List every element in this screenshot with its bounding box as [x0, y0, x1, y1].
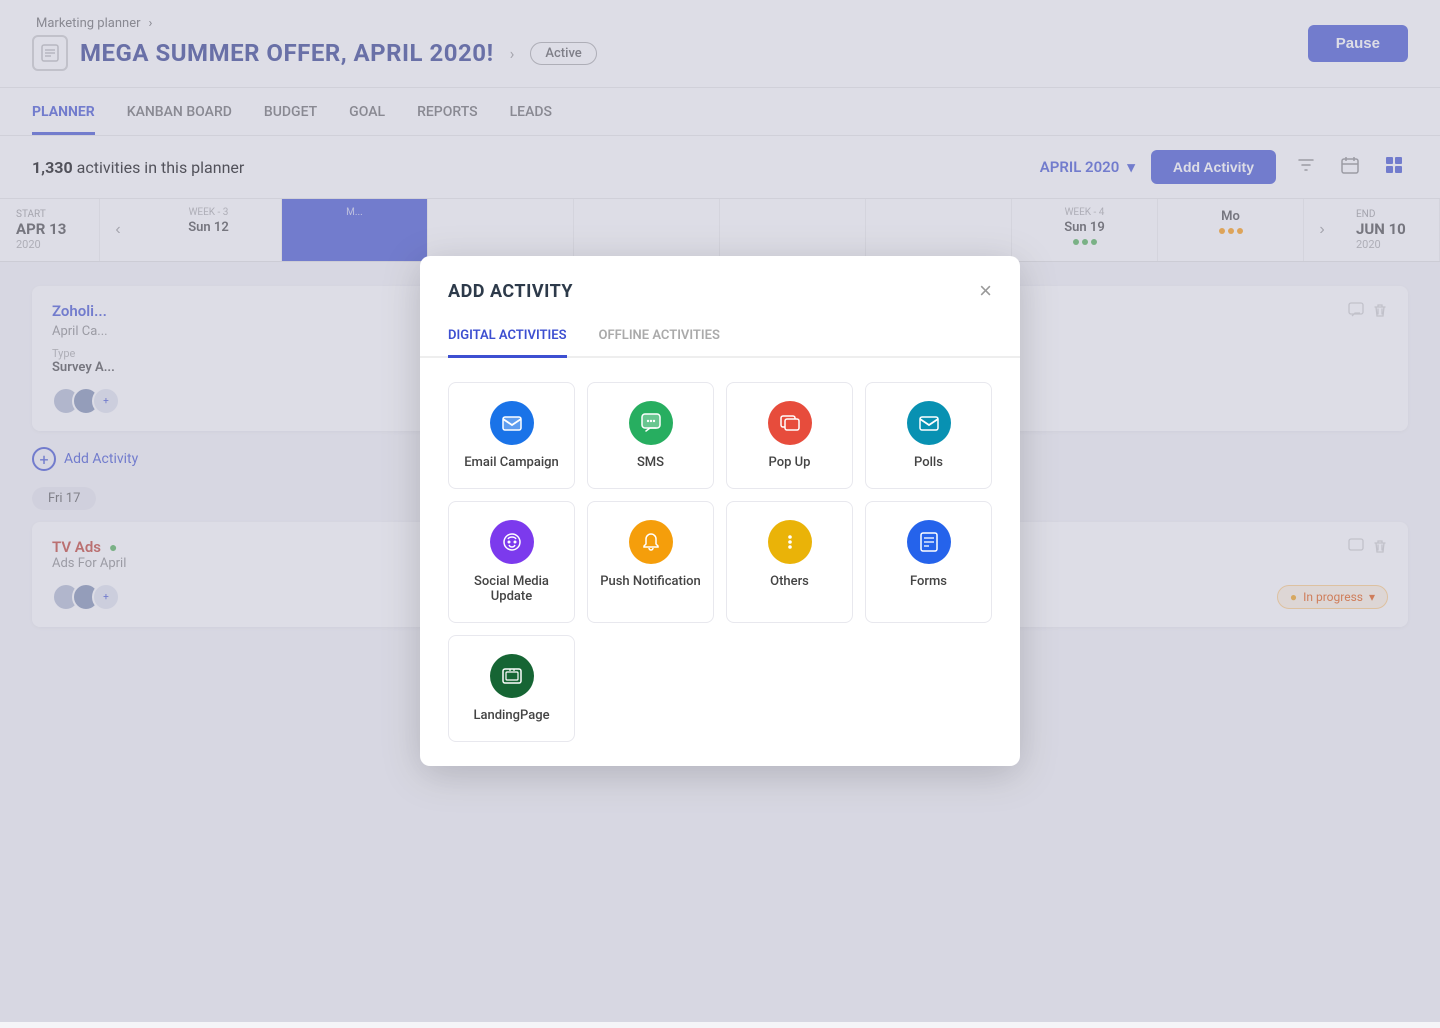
modal-close-button[interactable]: ×	[979, 280, 992, 302]
landing-page-label: LandingPage	[473, 708, 549, 723]
tab-offline-activities[interactable]: OFFLINE ACTIVITIES	[599, 318, 720, 358]
activity-item-email[interactable]: Email Campaign	[448, 382, 575, 489]
push-notification-label: Push Notification	[600, 574, 701, 589]
activity-item-landing[interactable]: LandingPage	[448, 635, 575, 742]
activity-item-polls[interactable]: Polls	[865, 382, 992, 489]
others-icon	[768, 520, 812, 564]
activity-item-popup[interactable]: Pop Up	[726, 382, 853, 489]
social-media-label: Social Media Update	[461, 574, 562, 604]
forms-icon	[907, 520, 951, 564]
landing-page-icon	[490, 654, 534, 698]
polls-icon	[907, 401, 951, 445]
popup-icon	[768, 401, 812, 445]
activity-item-others[interactable]: Others	[726, 501, 853, 623]
email-campaign-label: Email Campaign	[464, 455, 559, 470]
modal-tabs: DIGITAL ACTIVITIES OFFLINE ACTIVITIES	[420, 318, 1020, 358]
activity-item-social[interactable]: Social Media Update	[448, 501, 575, 623]
modal-title: ADD ACTIVITY	[448, 281, 573, 302]
modal-overlay[interactable]: ADD ACTIVITY × DIGITAL ACTIVITIES OFFLIN…	[0, 0, 1440, 1022]
email-campaign-icon	[490, 401, 534, 445]
forms-label: Forms	[910, 574, 947, 589]
sms-icon	[629, 401, 673, 445]
activity-grid: Email Campaign SMS	[420, 358, 1020, 766]
others-label: Others	[770, 574, 809, 589]
polls-label: Polls	[914, 455, 943, 470]
push-notification-icon	[629, 520, 673, 564]
tab-digital-activities[interactable]: DIGITAL ACTIVITIES	[448, 318, 567, 358]
activity-item-sms[interactable]: SMS	[587, 382, 714, 489]
activity-item-forms[interactable]: Forms	[865, 501, 992, 623]
popup-label: Pop Up	[769, 455, 811, 470]
modal-header: ADD ACTIVITY ×	[420, 256, 1020, 302]
sms-label: SMS	[637, 455, 664, 470]
add-activity-modal: ADD ACTIVITY × DIGITAL ACTIVITIES OFFLIN…	[420, 256, 1020, 766]
social-media-icon	[490, 520, 534, 564]
activity-item-push[interactable]: Push Notification	[587, 501, 714, 623]
